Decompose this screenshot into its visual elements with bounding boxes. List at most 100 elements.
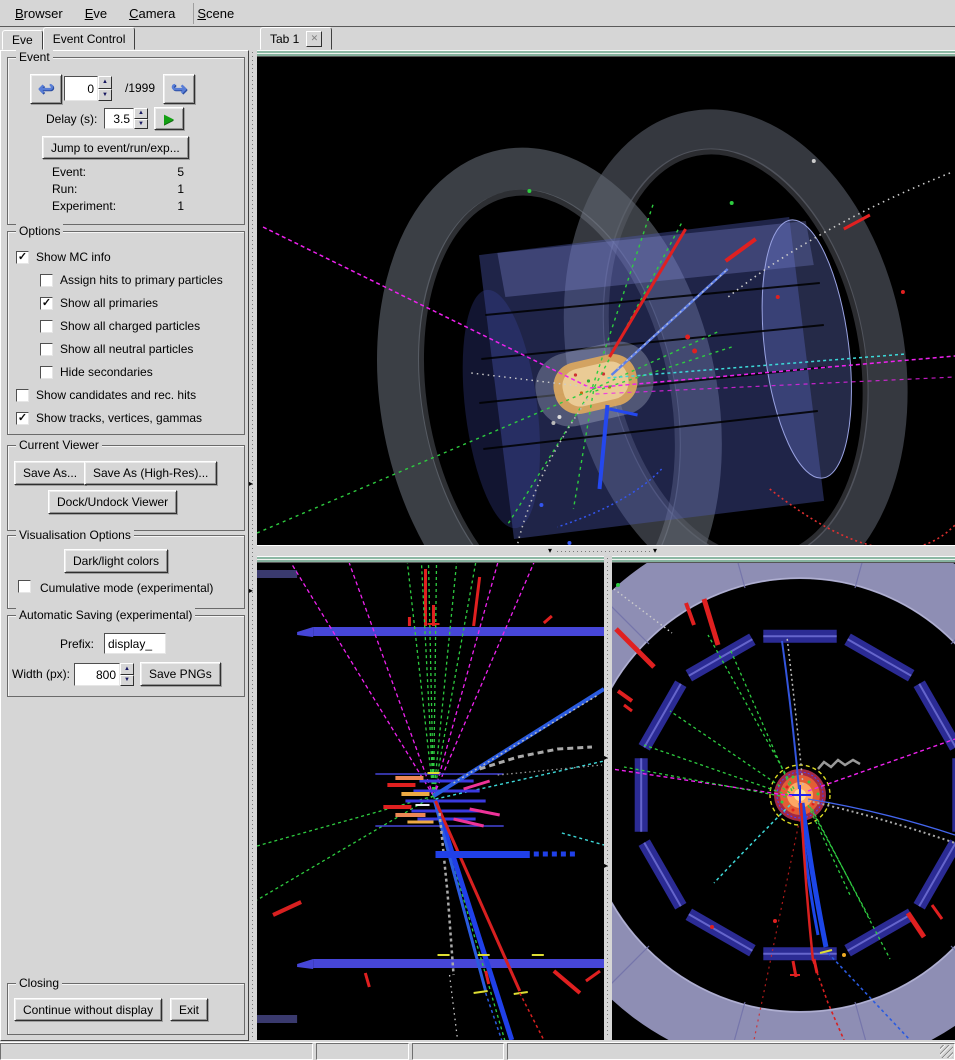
splitter-arrow-icon[interactable]: ▸ [604, 862, 608, 870]
close-icon[interactable]: ✕ [306, 31, 322, 47]
panel-splitter[interactable]: ▸ ▸ [249, 50, 257, 1040]
split ter-arrow-icon[interactable]: ▾ [548, 547, 552, 555]
viewer-menu-strip[interactable] [257, 556, 604, 563]
tab-event-control[interactable]: Event Control [43, 27, 136, 50]
side-viewer-canvas[interactable] [257, 563, 604, 1040]
width-stepper: ▲ ▼ [120, 663, 134, 686]
prefix-input[interactable]: display_ [104, 633, 166, 654]
run-info-value: 1 [148, 182, 184, 196]
save-pngs-button[interactable]: Save PNGs [140, 662, 221, 686]
run-info-label: Run: [52, 182, 77, 196]
splitter-arrow-icon[interactable]: ▸ [249, 587, 253, 595]
save-as-high-res-button[interactable]: Save As (High-Res)... [84, 461, 217, 485]
splitter-arrow-icon[interactable]: ▾ [653, 547, 657, 555]
cumulative-mode-label: Cumulative mode (experimental) [40, 581, 213, 595]
status-bar [0, 1042, 955, 1060]
exit-button[interactable]: Exit [170, 998, 208, 1021]
checkbox[interactable]: ✓ [16, 412, 29, 425]
event-info-value: 5 [148, 165, 184, 179]
menu-camera[interactable]: Camera [118, 0, 186, 26]
width-value: 800 [96, 668, 116, 682]
jump-to-event-button[interactable]: Jump to event/run/exp... [42, 136, 189, 159]
prefix-label: Prefix: [60, 637, 94, 651]
tab-eve[interactable]: Eve [2, 30, 43, 50]
option-row-1[interactable]: Assign hits to primary particles [40, 272, 223, 288]
spin-down-icon[interactable]: ▼ [134, 119, 148, 130]
next-event-button[interactable]: ↪ [163, 74, 195, 104]
dock-undock-viewer-button[interactable]: Dock/Undock Viewer [48, 490, 177, 514]
event-number-value: 0 [87, 82, 94, 96]
viewer-menu-strip[interactable] [612, 556, 955, 563]
event-number-input[interactable]: 0 [64, 76, 98, 101]
experiment-info-label: Experiment: [52, 199, 116, 213]
play-button[interactable]: ▶ [154, 107, 184, 130]
options-group: Options ✓Show MC infoAssign hits to prim… [7, 231, 245, 435]
tab-1[interactable]: Tab 1 ✕ [260, 27, 332, 50]
width-input[interactable]: 800 [74, 663, 120, 686]
checkbox[interactable] [40, 320, 53, 333]
spin-up-icon[interactable]: ▲ [120, 663, 134, 675]
visualisation-options-group: Visualisation Options Dark/light colors … [7, 535, 245, 609]
event-number-stepper: ▲ ▼ [98, 76, 112, 101]
checkbox-label: Show candidates and rec. hits [36, 388, 196, 402]
option-row-7[interactable]: ✓Show tracks, vertices, gammas [16, 410, 202, 426]
spin-up-icon[interactable]: ▲ [98, 76, 112, 89]
option-row-0[interactable]: ✓Show MC info [16, 249, 111, 265]
checkbox[interactable]: ✓ [40, 297, 53, 310]
dark-light-colors-button[interactable]: Dark/light colors [64, 549, 168, 573]
checkbox-label: Show all primaries [60, 296, 158, 310]
option-row-3[interactable]: Show all charged particles [40, 318, 200, 334]
tab-eve-label: Eve [12, 33, 33, 47]
main-viewer-canvas[interactable] [257, 57, 955, 545]
option-row-4[interactable]: Show all neutral particles [40, 341, 193, 357]
option-row-5[interactable]: Hide secondaries [40, 364, 153, 380]
splitter-arrow-icon[interactable]: ▸ [604, 754, 608, 762]
right-tab-bar: Tab 1 ✕ [260, 27, 332, 50]
continue-without-display-button[interactable]: Continue without display [14, 998, 162, 1021]
delay-value: 3.5 [113, 112, 130, 126]
previous-event-button[interactable]: ↩ [30, 74, 62, 104]
event-control-panel: Event ↩ 0 ▲ ▼ /1999 ↪ Delay (s): 3.5 ▲ ▼ [0, 50, 249, 1041]
checkbox[interactable]: ✓ [16, 251, 29, 264]
menu-browser[interactable]: Browser [4, 0, 74, 26]
arrow-back-icon: ↩ [38, 80, 54, 99]
spin-up-icon[interactable]: ▲ [134, 108, 148, 119]
tab-1-label: Tab 1 [270, 32, 299, 46]
delay-label: Delay (s): [46, 112, 97, 126]
closing-group: Closing Continue without display Exit [7, 983, 245, 1035]
menu-eve[interactable]: Eve [74, 0, 118, 26]
arrow-forward-icon: ↪ [171, 80, 187, 99]
left-tab-bar: Eve Event Control [2, 27, 135, 50]
checkbox[interactable] [40, 343, 53, 356]
delay-input[interactable]: 3.5 [104, 108, 134, 129]
option-row-2[interactable]: ✓ Show all primaries [40, 295, 158, 311]
event-total-label: /1999 [125, 81, 155, 95]
status-segment [0, 1043, 313, 1060]
rphi-viewer-canvas[interactable] [612, 563, 955, 1040]
splitter-arrow-icon[interactable]: ▸ [249, 480, 253, 488]
checkbox[interactable] [16, 389, 29, 402]
options-list: ✓Show MC info Assign hits to primary part… [8, 232, 244, 434]
viewer-menu-strip[interactable] [257, 50, 955, 57]
cumulative-mode-checkbox[interactable] [18, 580, 31, 593]
splitter-dots [252, 52, 253, 1038]
event-group: Event ↩ 0 ▲ ▼ /1999 ↪ Delay (s): 3.5 ▲ ▼ [7, 57, 245, 225]
main-viewer [257, 50, 955, 545]
checkbox[interactable] [40, 274, 53, 287]
menu-scene[interactable]: Scene [186, 0, 245, 26]
automatic-saving-group: Automatic Saving (experimental) Prefix: … [7, 615, 245, 697]
option-row-6[interactable]: Show candidates and rec. hits [16, 387, 196, 403]
experiment-info-value: 1 [148, 199, 184, 213]
rphi-projection-viewer [612, 556, 955, 1040]
event-group-title: Event [16, 50, 53, 64]
spin-down-icon[interactable]: ▼ [98, 89, 112, 102]
bottom-splitter[interactable]: ▸ ▸ [604, 556, 612, 1040]
save-as-button[interactable]: Save As... [14, 461, 86, 485]
current-viewer-group-title: Current Viewer [16, 438, 102, 452]
resize-grip-icon[interactable] [940, 1045, 953, 1058]
checkbox[interactable] [40, 366, 53, 379]
horizontal-splitter[interactable]: ▾ ▾ [257, 545, 955, 556]
event-info-label: Event: [52, 165, 86, 179]
automatic-saving-group-title: Automatic Saving (experimental) [16, 608, 195, 622]
spin-down-icon[interactable]: ▼ [120, 675, 134, 687]
